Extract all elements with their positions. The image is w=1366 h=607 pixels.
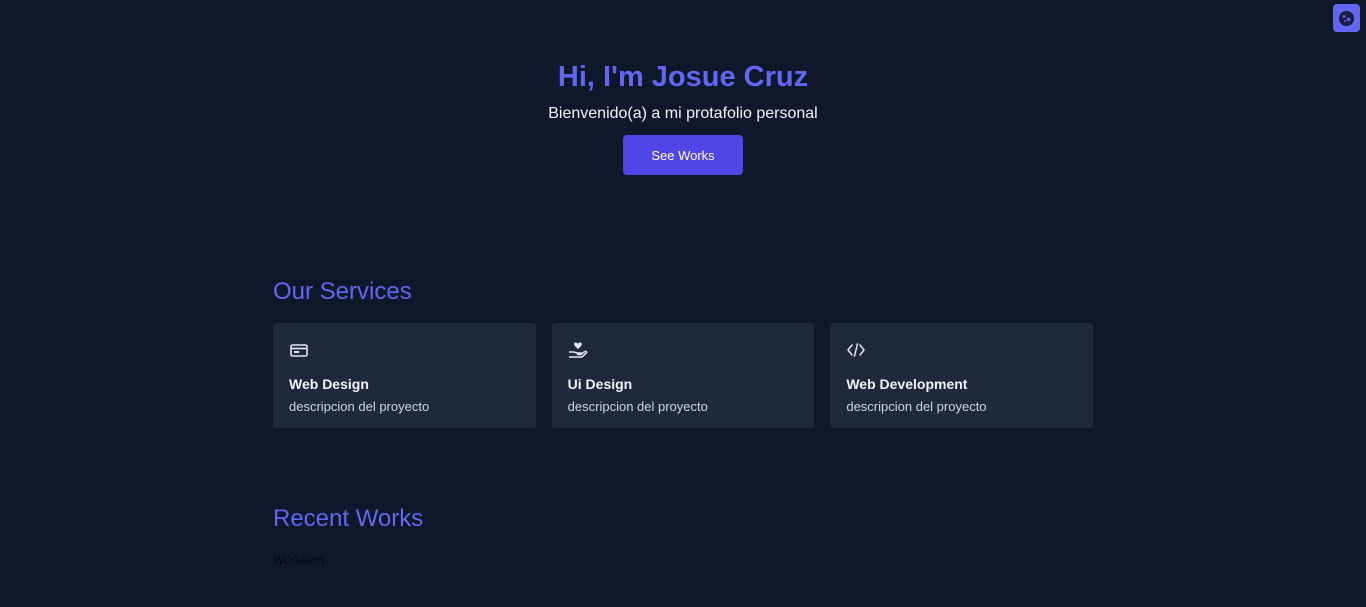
browser-window-icon — [290, 344, 308, 357]
service-card-ui-design: Ui Design descripcion del proyecto — [551, 323, 815, 428]
code-icon — [847, 343, 866, 357]
hero-section: Hi, I'm Josue Cruz Bienvenido(a) a mi pr… — [0, 58, 1366, 175]
work-item: WorkItem — [273, 553, 325, 567]
moon-icon — [1339, 10, 1354, 26]
see-works-button[interactable]: See Works — [623, 135, 743, 175]
service-card-title: Web Development — [846, 376, 968, 392]
recent-works-title: Recent Works — [273, 505, 424, 532]
services-cards: Web Design descripcion del proyecto Ui D… — [273, 323, 1094, 428]
service-card-title: Web Design — [289, 376, 369, 392]
service-card-web-design: Web Design descripcion del proyecto — [273, 323, 536, 428]
theme-toggle-button[interactable] — [1333, 4, 1360, 32]
service-card-description: descripcion del proyecto — [289, 399, 430, 414]
services-title: Our Services — [273, 278, 412, 305]
service-card-title: Ui Design — [567, 376, 633, 392]
recent-works-section: Recent Works WorkItem — [273, 504, 1093, 568]
service-card-description: descripcion del proyecto — [567, 399, 708, 414]
hero-subtitle: Bienvenido(a) a mi protafolio personal — [548, 105, 818, 122]
service-card-description: descripcion del proyecto — [846, 399, 987, 414]
service-card-web-development: Web Development descripcion del proyecto — [830, 323, 1094, 428]
hero-title: Hi, I'm Josue Cruz — [557, 61, 809, 93]
services-section: Our Services Web Design descripcion del … — [273, 277, 1094, 428]
hand-heart-icon — [568, 342, 588, 358]
